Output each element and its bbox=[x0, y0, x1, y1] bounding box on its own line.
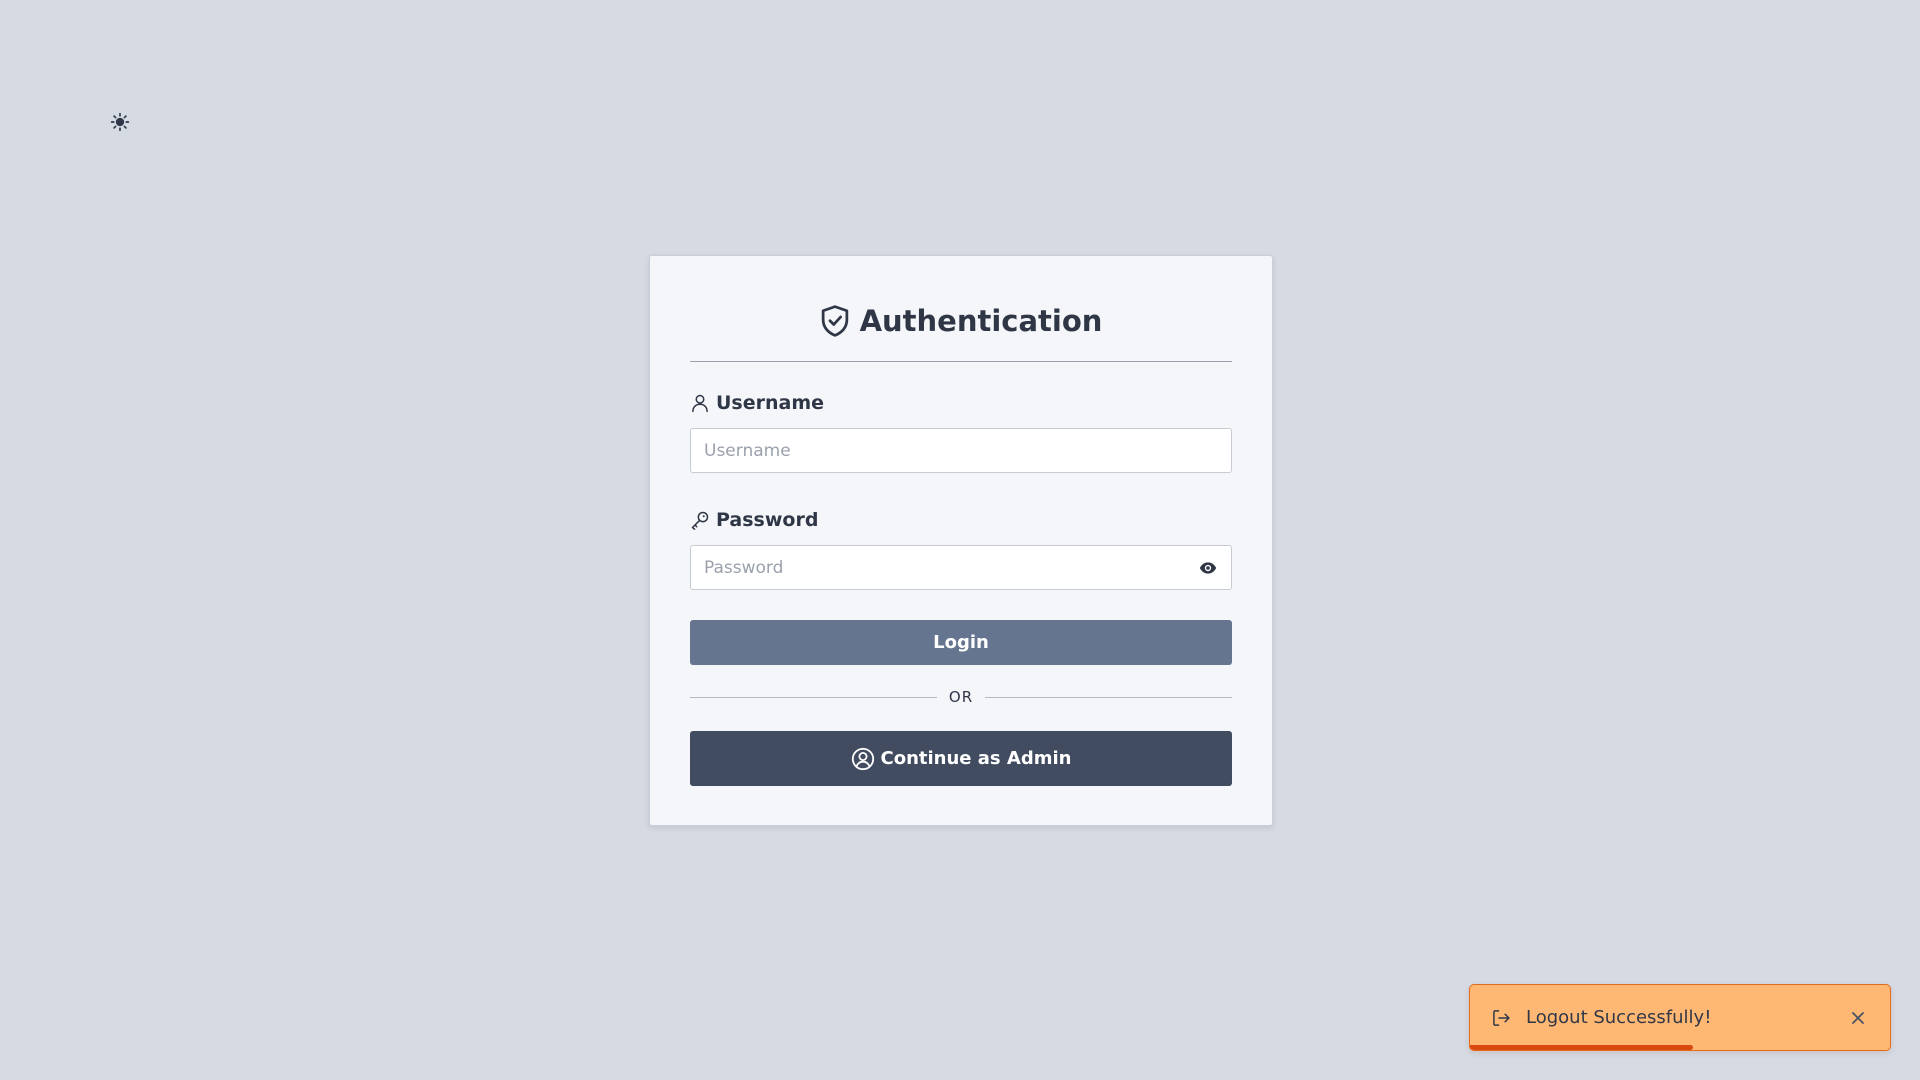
key-icon bbox=[691, 511, 709, 530]
show-password-toggle[interactable] bbox=[1198, 558, 1218, 578]
auth-card: Authentication Username Password Login bbox=[649, 255, 1273, 826]
user-circle-icon bbox=[851, 747, 874, 770]
toast-message: Logout Successfully! bbox=[1526, 1007, 1712, 1028]
toast-notification: Logout Successfully! bbox=[1469, 984, 1891, 1051]
eye-icon bbox=[1199, 562, 1217, 574]
toast-close-button[interactable] bbox=[1846, 1006, 1870, 1030]
continue-as-admin-button[interactable]: Continue as Admin bbox=[690, 731, 1232, 786]
title-divider bbox=[690, 361, 1232, 362]
login-button[interactable]: Login bbox=[690, 620, 1232, 665]
password-label: Password bbox=[690, 507, 1232, 533]
username-label: Username bbox=[690, 390, 1232, 416]
close-icon bbox=[1852, 1011, 1864, 1024]
card-header: Authentication bbox=[690, 296, 1232, 346]
toast-icon-wrapper bbox=[1490, 1007, 1512, 1029]
password-input[interactable] bbox=[690, 545, 1232, 590]
username-input[interactable] bbox=[690, 428, 1232, 473]
user-icon bbox=[692, 394, 708, 413]
toast-progress-track bbox=[1470, 1045, 1890, 1050]
logout-icon bbox=[1493, 1009, 1510, 1026]
sun-icon bbox=[110, 112, 130, 132]
toast-progress-bar bbox=[1470, 1045, 1693, 1050]
shield-check-icon bbox=[821, 305, 848, 337]
or-separator: OR bbox=[690, 687, 1233, 707]
password-label-text: Password bbox=[716, 509, 819, 531]
username-input-wrapper bbox=[690, 428, 1232, 473]
theme-toggle-button[interactable] bbox=[108, 110, 132, 134]
or-line-left bbox=[690, 696, 937, 698]
page-title: Authentication bbox=[859, 304, 1103, 338]
continue-as-admin-label: Continue as Admin bbox=[880, 748, 1072, 769]
or-text: OR bbox=[948, 688, 974, 706]
or-line-right bbox=[985, 696, 1233, 698]
username-label-text: Username bbox=[716, 392, 825, 414]
password-input-wrapper bbox=[690, 545, 1232, 590]
